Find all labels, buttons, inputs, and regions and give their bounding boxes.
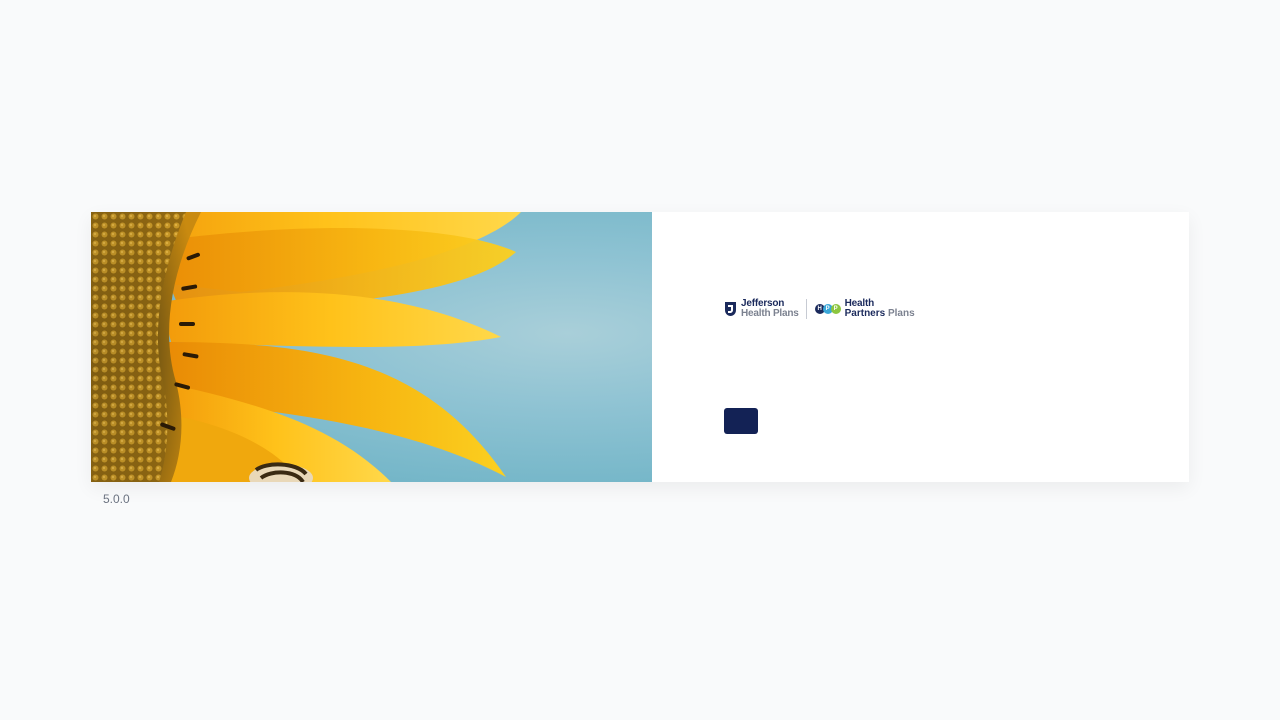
jefferson-logo-icon: [724, 301, 737, 317]
login-button[interactable]: [724, 408, 758, 434]
hpp-logo-icon: H P P: [814, 304, 841, 314]
hpp-dot-p2: P: [830, 304, 841, 314]
jefferson-wordmark: Jefferson Health Plans: [741, 299, 799, 319]
logo-divider: [805, 299, 807, 319]
login-panel: Jefferson Health Plans H P P Health Part…: [652, 212, 1189, 482]
app-version: 5.0.0: [103, 492, 130, 506]
jefferson-line2: Health Plans: [741, 308, 799, 319]
hpp-wordmark: Health Partners Plans: [845, 299, 915, 319]
sunflower-hero-image: [91, 212, 652, 482]
hpp-line2: Partners Plans: [845, 309, 915, 319]
login-card: Jefferson Health Plans H P P Health Part…: [91, 212, 1189, 482]
hpp-line2-plans: Plans: [887, 308, 915, 319]
brand-logo: Jefferson Health Plans H P P Health Part…: [724, 299, 915, 319]
sunflower-illustration: [91, 212, 521, 482]
hpp-line2-partners: Partners: [844, 308, 886, 319]
